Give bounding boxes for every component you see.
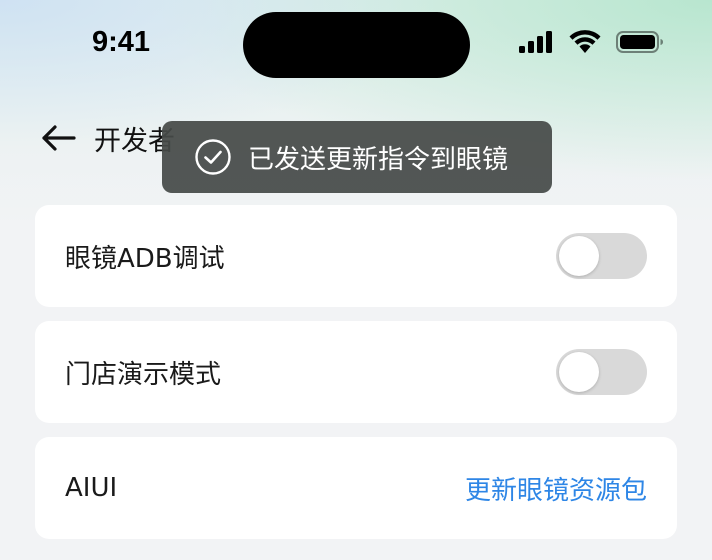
adb-debug-label: 眼镜ADB调试 [65, 243, 225, 274]
update-resource-pack-link[interactable]: 更新眼镜资源包 [465, 470, 647, 507]
aiui-label: AIUI [65, 473, 118, 503]
toast-notification: 已发送更新指令到眼镜 [162, 121, 552, 193]
arrow-left-icon [42, 125, 76, 151]
page-header: 开发者 [38, 118, 175, 158]
setting-row-aiui: AIUI 更新眼镜资源包 [35, 437, 677, 539]
wifi-icon [569, 30, 601, 53]
setting-row-store-demo: 门店演示模式 [35, 321, 677, 423]
store-demo-label: 门店演示模式 [65, 359, 222, 390]
dynamic-island [243, 12, 470, 78]
status-time: 9:41 [92, 26, 151, 58]
toggle-knob [559, 352, 599, 392]
signal-icon [519, 31, 552, 53]
toggle-knob [559, 236, 599, 276]
status-bar: 9:41 [0, 0, 712, 90]
check-circle-icon [195, 139, 231, 175]
back-button[interactable] [38, 118, 78, 158]
battery-icon [616, 31, 663, 53]
adb-debug-toggle[interactable] [556, 233, 647, 279]
store-demo-toggle[interactable] [556, 349, 647, 395]
status-icons [518, 30, 664, 54]
toast-message: 已发送更新指令到眼镜 [248, 144, 509, 175]
setting-row-adb-debug: 眼镜ADB调试 [35, 205, 677, 307]
